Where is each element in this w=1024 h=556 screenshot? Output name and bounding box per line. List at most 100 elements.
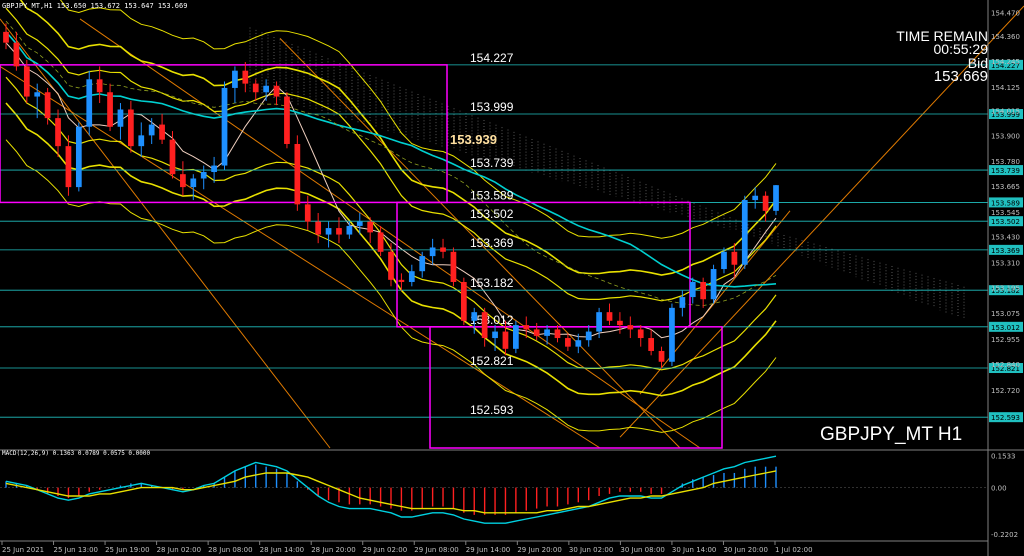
candle-bull [211, 165, 217, 173]
candle-bear [440, 247, 446, 252]
price-tick-label: 153.900 [991, 132, 1020, 140]
price-chart[interactable]: 154.227154.227153.999153.999153.739153.7… [0, 0, 1024, 556]
candle-bear [658, 350, 665, 362]
candle-bear [252, 83, 259, 93]
candle-bear [648, 338, 654, 351]
candle-bull [471, 312, 478, 321]
level-label: 153.369 [470, 236, 514, 250]
macd-tick-label: -0.2202 [991, 531, 1018, 539]
highlight-level-label: 153.939 [450, 132, 497, 147]
price-tick-label: 153.665 [991, 183, 1020, 191]
candle-bear [762, 195, 769, 211]
time-tick-label: 30 Jun 14:00 [672, 546, 716, 554]
price-tick-label: 153.310 [991, 260, 1020, 268]
candle-bull [492, 331, 498, 339]
time-tick-label: 28 Jun 08:00 [208, 546, 252, 554]
price-tick-label: 153.075 [991, 310, 1020, 318]
price-tick-label: 153.195 [991, 284, 1020, 292]
candle-bear [284, 96, 290, 144]
candle-bull [346, 225, 353, 235]
candle-bear [336, 228, 342, 235]
candle-bear [55, 118, 61, 147]
candle-bear [523, 325, 530, 330]
time-tick-label: 30 Jun 02:00 [569, 546, 613, 554]
candle-bear [65, 146, 72, 188]
candle-bull [429, 247, 436, 257]
time-tick-label: 1 Jul 02:00 [775, 546, 813, 554]
time-tick-label: 25 Jun 19:00 [105, 546, 149, 554]
price-tick-label: 154.245 [991, 58, 1020, 66]
candle-bull [86, 79, 93, 127]
time-tick-label: 28 Jun 02:00 [157, 546, 201, 554]
symbol-timeframe-label: GBPJPY_MT H1 [820, 424, 963, 445]
price-tick-label: 154.015 [991, 108, 1020, 116]
candle-bear [565, 338, 571, 347]
candle-bear [128, 109, 134, 147]
candle-bull [585, 331, 592, 341]
price-tick-label: 152.720 [991, 387, 1020, 395]
candle-bull [190, 178, 197, 188]
macd-header: MACD(12,26,9) 0.1363 0.0789 0.0575 0.000… [2, 450, 151, 457]
candle-bear [23, 66, 30, 97]
level-label: 152.821 [470, 354, 514, 368]
price-tick-label: 154.470 [991, 9, 1020, 17]
candle-bull [419, 256, 426, 272]
candle-bear [180, 174, 186, 188]
candle-bull [721, 251, 727, 270]
candle-bull [138, 135, 145, 147]
level-label: 153.589 [470, 188, 514, 202]
candle-bull [200, 172, 207, 179]
price-tick-label: 152.955 [991, 336, 1020, 344]
candle-bear [13, 42, 20, 67]
candle-bear [273, 85, 280, 97]
candle-bear [96, 79, 103, 93]
candle-bear [388, 251, 394, 280]
candle-bear [294, 143, 301, 205]
candle-bear [731, 251, 738, 265]
axis-price-tag-text: 153.739 [991, 167, 1020, 175]
candle-bear [606, 312, 613, 321]
candle-bear [242, 70, 249, 84]
candle-bull [408, 271, 415, 282]
candle-bear [169, 139, 176, 175]
level-label: 152.593 [470, 403, 514, 417]
candle-bull [544, 329, 550, 336]
candle-bull [741, 200, 748, 265]
bid-value: 153.669 [933, 68, 988, 85]
candle-bear [3, 31, 9, 43]
axis-price-tag-text: 153.589 [991, 199, 1020, 207]
level-label: 153.182 [470, 276, 514, 290]
time-tick-label: 29 Jun 14:00 [466, 546, 510, 554]
candle-bear [554, 329, 561, 339]
candle-bull [575, 340, 582, 347]
axis-price-tag-text: 153.012 [991, 324, 1020, 332]
candle-bear [637, 329, 644, 339]
candle-bull [232, 70, 238, 88]
candle-bull [596, 312, 602, 332]
candle-bull [689, 281, 696, 298]
axis-price-tag-text: 153.369 [991, 247, 1020, 255]
level-label: 153.739 [470, 156, 514, 170]
candle-bear [159, 124, 165, 140]
candle-bear [700, 281, 707, 300]
candle-bull [356, 221, 363, 226]
candle-bull [117, 109, 124, 127]
chart-header: GBPJPY_MT,H1 153.650 153.672 153.647 153… [2, 2, 188, 10]
candle-bull [263, 85, 269, 93]
candle-bull [221, 87, 228, 166]
candle-bull [513, 325, 519, 349]
candle-bear [107, 92, 113, 127]
time-tick-label: 29 Jun 02:00 [363, 546, 407, 554]
candle-bear [315, 221, 322, 235]
candle-bear [367, 221, 374, 233]
candle-bull [710, 269, 717, 300]
candle-bear [460, 281, 467, 321]
candle-bull [669, 307, 675, 362]
level-label: 153.502 [470, 207, 514, 221]
level-label: 153.999 [470, 100, 514, 114]
candle-bull [325, 228, 332, 235]
candle-bear [627, 325, 634, 330]
candle-bear [617, 320, 623, 326]
candle-bear [533, 329, 540, 336]
candle-bull [75, 126, 82, 188]
